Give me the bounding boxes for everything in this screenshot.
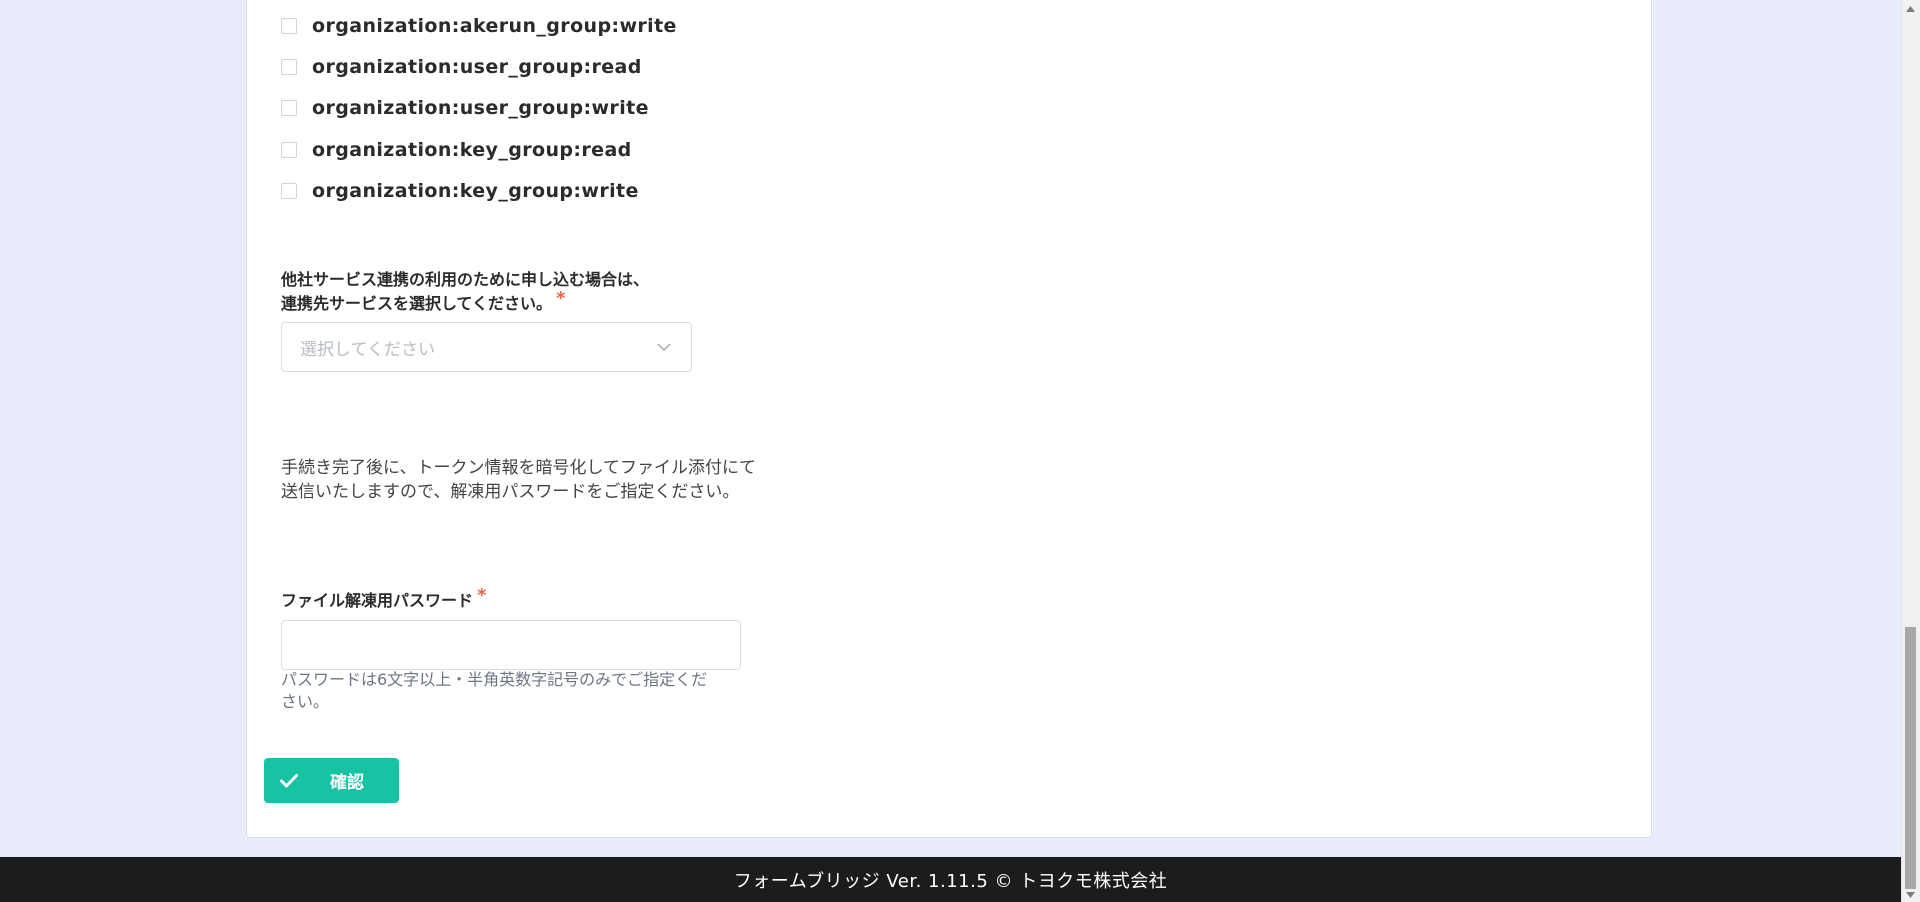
scope-option[interactable]: organization:key_group:write — [281, 176, 639, 206]
service-select-label-line2: 連携先サービスを選択してください。 * — [281, 288, 649, 316]
chevron-down-icon — [655, 338, 673, 356]
service-select-label-line1: 他社サービス連携の利用のために申し込む場合は、 — [281, 270, 650, 289]
scope-label: organization:user_group:write — [312, 97, 649, 119]
scope-label: organization:akerun_group:write — [312, 15, 677, 37]
info-line2: 送信いたしますので、解凍用パスワードをご指定ください。 — [281, 482, 740, 502]
scope-checkbox[interactable] — [281, 183, 297, 199]
confirm-button[interactable]: 確認 — [264, 758, 399, 803]
footer: フォームブリッジ Ver. 1.11.5 © トヨクモ株式会社 — [0, 857, 1901, 902]
scope-label: organization:key_group:read — [312, 139, 632, 161]
required-mark: * — [477, 585, 487, 606]
password-input[interactable] — [281, 620, 741, 670]
footer-text: フォームブリッジ Ver. 1.11.5 © トヨクモ株式会社 — [733, 870, 1168, 892]
password-help-text: パスワードは6文字以上・半角英数字記号のみでご指定くだ さい。 — [281, 669, 741, 713]
required-mark: * — [556, 288, 566, 309]
scope-checkbox[interactable] — [281, 142, 297, 158]
service-select-label: 他社サービス連携の利用のために申し込む場合は、 連携先サービスを選択してください… — [281, 268, 649, 316]
scope-label: organization:user_group:read — [312, 56, 642, 78]
checkmark-icon — [278, 770, 300, 792]
scroll-up-arrow-icon[interactable] — [1906, 4, 1915, 13]
scope-option[interactable]: organization:user_group:read — [281, 52, 642, 82]
password-label: ファイル解凍用パスワード * — [281, 585, 486, 613]
page: organization:akerun_group:write organiza… — [0, 0, 1920, 902]
scope-option[interactable]: organization:akerun_group:write — [281, 11, 677, 41]
scroll-down-arrow-icon[interactable] — [1906, 890, 1915, 899]
scope-option[interactable]: organization:user_group:write — [281, 93, 649, 123]
service-select-placeholder: 選択してください — [300, 339, 435, 360]
info-line1: 手続き完了後に、トークン情報を暗号化してファイル添付にて — [281, 458, 756, 478]
confirm-button-label: 確認 — [330, 773, 364, 793]
scope-option[interactable]: organization:key_group:read — [281, 135, 632, 165]
password-info-text: 手続き完了後に、トークン情報を暗号化してファイル添付にて 送信いたしますので、解… — [281, 456, 841, 504]
help-line2: さい。 — [281, 692, 330, 711]
help-line1: パスワードは6文字以上・半角英数字記号のみでご指定くだ — [281, 670, 708, 689]
service-select-label-text: 連携先サービスを選択してください。 — [281, 294, 553, 313]
service-select[interactable]: 選択してください — [281, 322, 692, 372]
scope-checkbox[interactable] — [281, 59, 297, 75]
password-label-text: ファイル解凍用パスワード — [281, 591, 474, 610]
scope-label: organization:key_group:write — [312, 180, 639, 202]
scope-checkbox[interactable] — [281, 100, 297, 116]
scrollbar-thumb[interactable] — [1905, 627, 1916, 889]
scope-checkbox[interactable] — [281, 18, 297, 34]
